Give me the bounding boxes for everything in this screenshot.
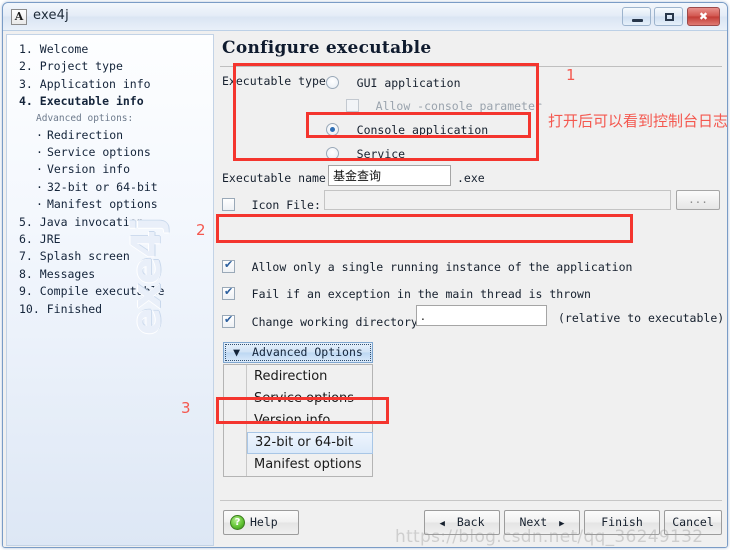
sidebar-item-messages[interactable]: 8. Messages (19, 266, 213, 283)
annotation-box-single-instance (216, 214, 633, 243)
executable-name-label: Executable name: (222, 171, 333, 185)
checkbox-indicator (222, 258, 235, 273)
advanced-item-manifest-options[interactable]: Manifest options (247, 454, 373, 476)
bullet-icon: · (36, 145, 43, 160)
sidebar-item-32-or-64-bit[interactable]: · 32-bit or 64-bit (19, 179, 213, 196)
site-watermark: https://blog.csdn.net/qq_36249132 (395, 527, 704, 547)
executable-name-suffix: .exe (457, 171, 485, 185)
checkbox-icon-file[interactable]: Icon File: (222, 194, 321, 213)
sidebar-item-jre[interactable]: 6. JRE (19, 231, 213, 248)
sidebar-item-application-info[interactable]: 3. Application info (19, 76, 213, 93)
sidebar-item-finished[interactable]: 10. Finished (19, 301, 213, 318)
sidebar-sub-label: 32-bit or 64-bit (46, 179, 158, 194)
step-number: 3. (19, 76, 33, 91)
step-label: Application info (39, 76, 151, 91)
step-number: 9. (19, 284, 33, 299)
sidebar-item-java-invocation[interactable]: 5. Java invocation (19, 214, 213, 231)
annotation-box-32-or-64-bit (216, 397, 389, 424)
step-label: Welcome (39, 42, 89, 56)
icon-file-browse-button[interactable]: ... (676, 190, 720, 210)
bullet-icon: · (36, 162, 43, 177)
icon-file-input[interactable] (324, 190, 671, 210)
help-icon: ? (230, 515, 245, 530)
wizard-step-sidebar: 1. Welcome 2. Project type 3. Applicatio… (6, 34, 214, 546)
annotation-note-chinese: 打开后可以看到控制台日志 (548, 112, 728, 130)
sidebar-item-service-options[interactable]: · Service options (19, 144, 213, 161)
sidebar-advanced-options-heading: Advanced options: (36, 112, 134, 124)
sidebar-item-splash-screen[interactable]: 7. Splash screen (19, 248, 213, 265)
step-label: JRE (39, 232, 61, 247)
step-number: 8. (19, 266, 33, 281)
close-icon: ✖ (698, 10, 709, 23)
sidebar-sub-label: Manifest options (46, 197, 158, 212)
step-label: Messages (39, 266, 96, 281)
step-number: 6. (19, 232, 33, 247)
executable-name-input[interactable]: 基金查询 (328, 165, 451, 186)
working-directory-input[interactable]: . (416, 305, 547, 326)
sidebar-item-executable-info[interactable]: 4. Executable info (19, 93, 213, 110)
checkbox-indicator (222, 198, 235, 211)
checkbox-single-instance[interactable]: Allow only a single running instance of … (222, 256, 632, 275)
footer-divider (220, 500, 722, 501)
sidebar-item-manifest-options[interactable]: · Manifest options (19, 196, 213, 213)
sidebar-item-welcome[interactable]: 1. Welcome (19, 41, 213, 58)
step-number: 2. (19, 59, 33, 74)
window-title: exe4j (33, 8, 69, 23)
help-button[interactable]: ? Help (223, 510, 299, 535)
step-number: 5. (19, 214, 33, 229)
maximize-button[interactable] (654, 7, 683, 26)
checkbox-label: Icon File: (251, 198, 321, 212)
advanced-options-button[interactable]: ▼ Advanced Options (223, 342, 373, 363)
step-number: 10. (19, 301, 40, 316)
annotation-box-console-application (306, 112, 531, 138)
step-label: Executable info (39, 94, 144, 109)
annotation-number-1: 1 (566, 66, 576, 84)
sidebar-item-project-type[interactable]: 2. Project type (19, 58, 213, 75)
advanced-options-label: Advanced Options (252, 345, 363, 359)
checkbox-label: Fail if an exception in the main thread … (251, 287, 591, 301)
step-label: Splash screen (39, 249, 130, 264)
sidebar-sub-label: Service options (46, 145, 151, 160)
working-directory-hint: (relative to executable) (558, 311, 725, 325)
title-bar: A exe4j ✖ (3, 3, 727, 31)
app-icon: A (11, 9, 27, 25)
exe4j-watermark: exe4j (124, 218, 170, 335)
bullet-icon: · (36, 197, 43, 212)
bullet-icon: · (36, 179, 43, 194)
chevron-down-icon: ▼ (233, 345, 241, 359)
sidebar-sub-label: Version info (46, 162, 131, 177)
annotation-number-3: 3 (181, 399, 191, 417)
checkbox-change-working-directory[interactable]: Change working directory to: (222, 311, 446, 330)
maximize-icon (665, 13, 674, 21)
exe4j-window: A exe4j ✖ 1. Welcome 2. Project type 3. … (2, 2, 728, 548)
minimize-button[interactable] (622, 7, 651, 26)
sidebar-sub-label: Redirection (46, 127, 124, 142)
checkbox-indicator (222, 285, 235, 300)
sidebar-item-compile-executable[interactable]: 9. Compile executable (19, 283, 213, 300)
annotation-number-2: 2 (196, 221, 206, 239)
checkbox-fail-on-exception[interactable]: Fail if an exception in the main thread … (222, 283, 591, 302)
page-title: Configure executable (222, 38, 432, 58)
step-number: 7. (19, 249, 33, 264)
checkbox-label: Allow only a single running instance of … (251, 260, 633, 274)
step-label: Finished (46, 301, 103, 316)
help-label: Help (250, 515, 278, 529)
minimize-icon (632, 19, 643, 22)
step-label: Project type (39, 59, 123, 74)
close-button[interactable]: ✖ (687, 7, 720, 26)
bullet-icon: · (36, 127, 43, 142)
step-number: 1. (19, 42, 33, 56)
sidebar-item-redirection[interactable]: · Redirection (19, 127, 213, 144)
checkbox-indicator (222, 313, 235, 328)
sidebar-item-version-info[interactable]: · Version info (19, 161, 213, 178)
advanced-item-32-or-64-bit[interactable]: 32-bit or 64-bit (247, 432, 373, 454)
advanced-item-redirection[interactable]: Redirection (247, 366, 373, 388)
step-number: 4. (19, 94, 33, 109)
